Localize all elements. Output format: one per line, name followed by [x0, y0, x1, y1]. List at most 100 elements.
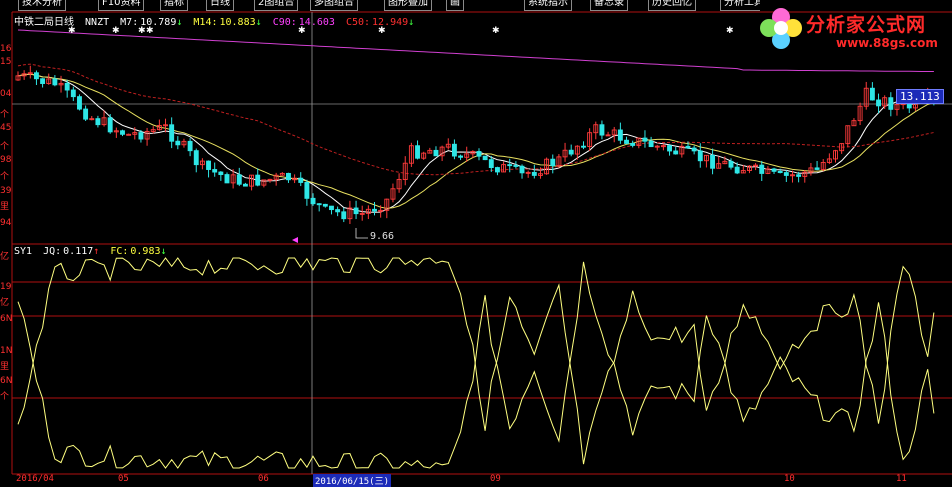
- candle-body: [728, 160, 734, 168]
- toolbar-button-5[interactable]: 2图组合: [254, 0, 299, 11]
- candle-body: [236, 174, 242, 185]
- candle-body: [513, 164, 519, 167]
- toolbar: 技术分析 F10资料 指标 日线 2图组合 多图组合 图形叠加 画 系统指示 备忘录 历史回忆 分析工…: [0, 0, 760, 11]
- candle-body: [322, 203, 328, 207]
- candle-body: [476, 151, 482, 157]
- m7-arrow: ↓: [176, 17, 183, 28]
- candle-body: [218, 171, 224, 176]
- axis-label: 个: [0, 172, 10, 182]
- toolbar-button-1[interactable]: 技术分析: [18, 0, 66, 11]
- low-pointer: [355, 228, 368, 239]
- axis-label: 里: [0, 202, 10, 212]
- candle-body: [193, 150, 199, 166]
- candle-body: [771, 168, 777, 172]
- axis-label: 98: [0, 155, 12, 165]
- toolbar-button-11[interactable]: 历史回忆: [648, 0, 696, 11]
- axis-label: 个: [0, 142, 10, 152]
- candle-body: [451, 143, 457, 157]
- date-label-7: 11: [896, 474, 907, 484]
- candle-body: [212, 169, 218, 173]
- candle-body: [40, 78, 46, 84]
- c90-value: 14.603: [298, 17, 335, 28]
- candle-body: [242, 183, 248, 187]
- fc-arrow: ↓: [160, 246, 167, 257]
- candle-body: [433, 149, 439, 157]
- candlesticks[interactable]: [15, 65, 937, 224]
- cursor-marker-icon: [292, 237, 298, 243]
- date-label-2: 05: [118, 474, 129, 484]
- moving-averages: [17, 29, 935, 213]
- star-marker-icon: ✱: [726, 26, 734, 36]
- kline-chart[interactable]: ✱ ✱ ✱ ✱ ✱ ✱ ✱ ✱: [0, 0, 952, 482]
- toolbar-button-3[interactable]: 指标: [160, 0, 188, 11]
- axis-label: 亿: [0, 252, 10, 262]
- c50-label: C50:: [345, 17, 371, 28]
- candle-body: [814, 167, 820, 170]
- candle-body: [531, 171, 537, 176]
- toolbar-button-6[interactable]: 多图组合: [310, 0, 358, 11]
- candle-body: [70, 89, 76, 98]
- candle-body: [648, 140, 654, 148]
- toolbar-button-10[interactable]: 备忘录: [590, 0, 628, 11]
- date-label-6: 10: [784, 474, 795, 484]
- candle-body: [673, 150, 679, 155]
- candle-body: [83, 108, 89, 120]
- c50-value: 12.949: [372, 17, 409, 28]
- candle-body: [488, 159, 494, 168]
- stock-title: 中铁二局日线: [14, 17, 74, 28]
- candle-body: [107, 117, 113, 133]
- jq-value: 0.117: [63, 246, 94, 257]
- crosshair-date-label: 2016/06/15(三): [313, 474, 392, 487]
- candle-body: [581, 145, 586, 148]
- candle-body: [224, 174, 230, 184]
- candle-body: [691, 147, 697, 152]
- candle-body: [169, 124, 175, 142]
- axis-label: 个: [0, 110, 10, 120]
- candle-body: [519, 165, 525, 174]
- candle-body: [64, 82, 70, 91]
- axis-label: 1N: [0, 346, 13, 356]
- candle-body: [458, 155, 464, 158]
- main-chart-header: 中铁二局日线 NNZT M7: 10.789↓ M14: 10.883↓ C90: 1…: [14, 13, 419, 28]
- candle-body: [568, 149, 574, 155]
- candle-body: [138, 132, 144, 140]
- m14-arrow: ↓: [255, 17, 262, 28]
- m7-label: M7:: [120, 17, 139, 28]
- candle-body: [869, 87, 875, 101]
- toolbar-button-8[interactable]: 画: [446, 0, 464, 11]
- site-logo[interactable]: 分析家公式网 www.88gs.com: [756, 2, 952, 54]
- candle-body: [888, 97, 894, 110]
- candle-body: [52, 78, 58, 86]
- axis-label: 6N: [0, 376, 13, 386]
- axis-label: 里: [0, 362, 10, 372]
- axis-label: 15: [0, 57, 12, 67]
- ma14-line: [17, 73, 935, 209]
- candle-body: [329, 205, 334, 211]
- candle-body: [685, 145, 691, 149]
- fc-label: FC:: [110, 246, 129, 257]
- toolbar-button-4[interactable]: 日线: [206, 0, 234, 11]
- axis-label: 04: [0, 89, 12, 99]
- logo-url: www.88gs.com: [836, 36, 938, 50]
- star-marker-icon: ✱: [492, 26, 500, 36]
- axis-label: 94: [0, 218, 12, 228]
- candle-body: [126, 133, 132, 136]
- candle-body: [630, 142, 636, 146]
- candle-body: [550, 158, 556, 167]
- c50-line: [17, 63, 935, 176]
- candle-body: [77, 96, 82, 110]
- candle-body: [120, 130, 125, 135]
- m14-value: 10.883: [219, 17, 256, 28]
- toolbar-button-9[interactable]: 系统指示: [524, 0, 572, 11]
- axis-label: 16: [0, 44, 12, 54]
- toolbar-button-12[interactable]: 分析工具: [720, 0, 760, 11]
- candle-body: [697, 150, 703, 162]
- c90-label: C90:: [272, 17, 297, 28]
- toolbar-button-2[interactable]: F10资料: [98, 0, 145, 11]
- candle-body: [624, 139, 629, 144]
- candle-body: [777, 170, 783, 174]
- toolbar-button-7[interactable]: 图形叠加: [384, 0, 432, 11]
- candle-body: [341, 211, 347, 220]
- candle-body: [759, 164, 765, 174]
- ma7-line: [17, 73, 935, 213]
